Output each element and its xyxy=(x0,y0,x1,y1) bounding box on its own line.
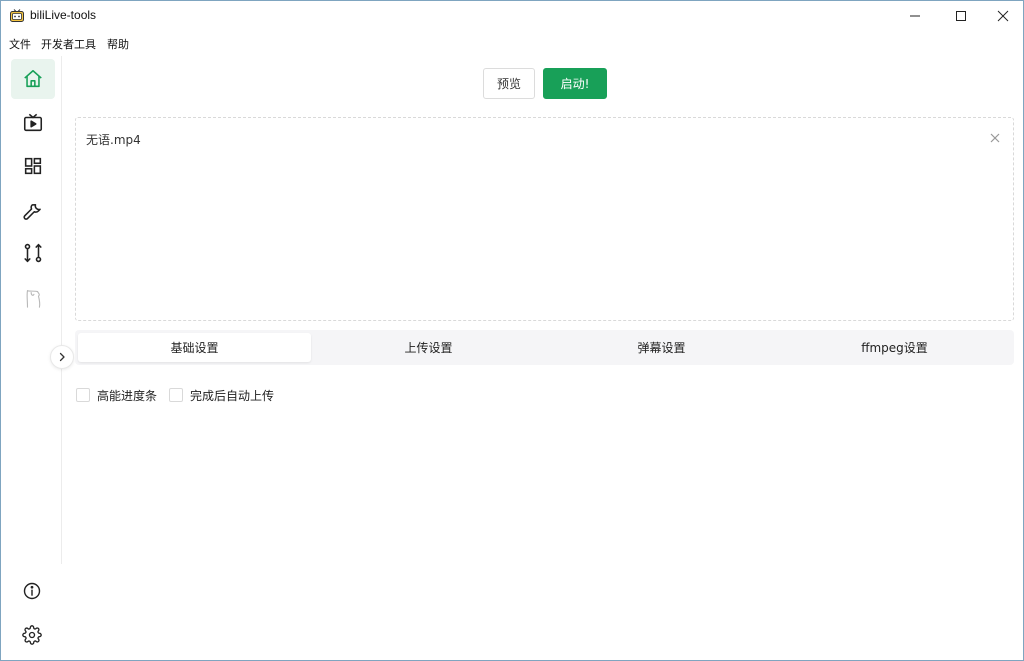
window-title: biliLive-tools xyxy=(30,8,97,22)
settings-icon xyxy=(22,625,42,645)
sidebar-item-dashboard[interactable] xyxy=(11,146,55,186)
tab-basic-settings[interactable]: 基础设置 xyxy=(78,333,311,362)
close-icon xyxy=(997,10,1009,22)
option-highlight-progress[interactable]: 高能进度条 xyxy=(76,387,157,403)
menu-file[interactable]: 文件 xyxy=(9,36,31,52)
tab-upload-settings[interactable]: 上传设置 xyxy=(312,333,545,362)
maximize-button[interactable] xyxy=(938,1,984,31)
tab-danmaku-settings[interactable]: 弹幕设置 xyxy=(545,333,778,362)
file-upload-area[interactable]: 无语.mp4 xyxy=(75,117,1014,321)
about-button[interactable] xyxy=(21,580,43,602)
sidebar-collapse-button[interactable] xyxy=(50,345,74,369)
maximize-icon xyxy=(956,11,966,21)
file-name: 无语.mp4 xyxy=(86,133,141,147)
menu-help[interactable]: 帮助 xyxy=(107,36,129,52)
sidebar-item-compare[interactable] xyxy=(11,233,55,273)
settings-tabs: 基础设置 上传设置 弹幕设置 ffmpeg设置 xyxy=(75,330,1014,365)
sidebar-divider xyxy=(61,56,62,564)
title-bar: biliLive-tools xyxy=(1,1,1023,31)
auto-upload-checkbox[interactable] xyxy=(169,388,183,402)
dashboard-icon xyxy=(24,157,42,175)
minimize-button[interactable] xyxy=(892,1,938,31)
sidebar-item-tools[interactable] xyxy=(11,190,55,230)
start-button[interactable]: 启动! xyxy=(543,68,607,99)
menu-developer-tools[interactable]: 开发者工具 xyxy=(41,36,96,52)
drawing-icon xyxy=(26,289,41,308)
option-auto-upload[interactable]: 完成后自动上传 xyxy=(169,387,274,403)
settings-button[interactable] xyxy=(21,624,43,646)
highlight-progress-checkbox[interactable] xyxy=(76,388,90,402)
app-logo-icon xyxy=(10,9,24,22)
sidebar-item-home[interactable] xyxy=(11,59,55,99)
menu-bar: 文件 开发者工具 帮助 xyxy=(1,33,301,53)
home-icon xyxy=(24,69,42,88)
close-button[interactable] xyxy=(980,1,1024,31)
tv-icon xyxy=(23,113,43,132)
sidebar-item-live[interactable] xyxy=(11,103,55,143)
minimize-icon xyxy=(910,15,920,17)
preview-button[interactable]: 预览 xyxy=(483,68,535,99)
tab-ffmpeg-settings[interactable]: ffmpeg设置 xyxy=(778,333,1011,362)
wrench-icon xyxy=(23,203,41,220)
auto-upload-label: 完成后自动上传 xyxy=(190,388,275,403)
highlight-progress-label: 高能进度条 xyxy=(97,388,158,403)
info-icon xyxy=(23,582,41,600)
app-window: biliLive-tools 文件 开发者工具 帮助 预览 启动! 无语.mp4… xyxy=(0,0,1024,661)
git-compare-icon xyxy=(24,243,42,263)
close-icon xyxy=(990,133,1000,143)
remove-file-button[interactable] xyxy=(988,131,1002,145)
sidebar-item-sketch[interactable] xyxy=(11,278,55,318)
chevron-right-icon xyxy=(59,352,65,362)
